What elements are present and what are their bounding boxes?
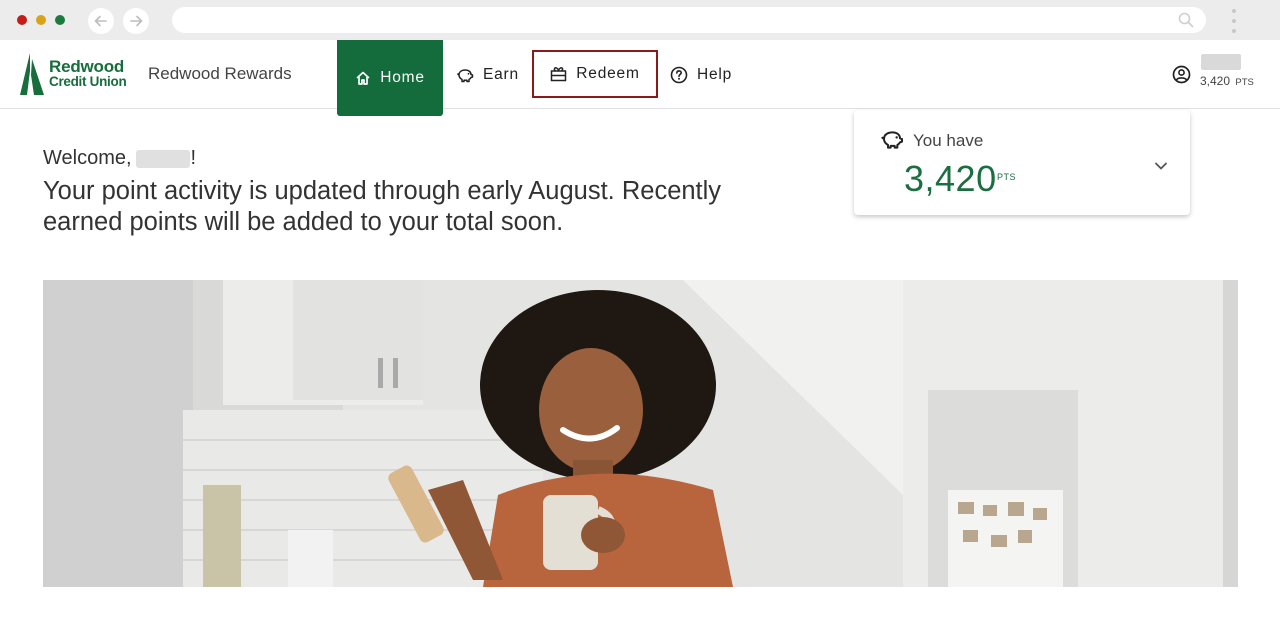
window-maximize-dot[interactable] xyxy=(55,15,65,25)
nav-earn[interactable]: Earn xyxy=(456,40,519,109)
arrow-right-icon xyxy=(130,15,143,27)
nav-redeem-label: Redeem xyxy=(576,65,640,82)
address-bar[interactable] xyxy=(172,7,1206,33)
search-icon[interactable] xyxy=(1178,12,1194,28)
browser-back-button[interactable] xyxy=(88,8,114,34)
arrow-left-icon xyxy=(94,15,107,27)
help-circle-icon xyxy=(670,66,688,84)
chevron-down-icon[interactable] xyxy=(1154,158,1168,176)
points-value: 3,420 xyxy=(904,158,997,199)
nav-home[interactable]: Home xyxy=(337,40,443,116)
account-points: 3,420 PTS xyxy=(1200,74,1254,88)
user-circle-icon[interactable] xyxy=(1172,65,1191,89)
points-summary-card[interactable]: You have 3,420 PTS xyxy=(854,110,1190,215)
kebab-menu-icon[interactable] xyxy=(1230,9,1238,33)
points-unit: PTS xyxy=(997,172,1017,182)
browser-forward-button[interactable] xyxy=(123,8,149,34)
brand-logo[interactable]: Redwood Credit Union xyxy=(18,53,133,97)
window-close-dot[interactable] xyxy=(17,15,27,25)
account-name-redacted xyxy=(1201,54,1241,70)
site-header: Redwood Credit Union Redwood Rewards Hom… xyxy=(0,40,1280,116)
logo-text-line2: Credit Union xyxy=(49,74,127,89)
nav-home-label: Home xyxy=(380,69,425,86)
activity-message: Your point activity is updated through e… xyxy=(43,177,722,236)
user-name-redacted xyxy=(135,149,190,168)
nav-earn-label: Earn xyxy=(483,65,519,83)
program-name: Redwood Rewards xyxy=(148,64,292,83)
piggy-bank-icon xyxy=(456,67,474,83)
browser-chrome xyxy=(0,0,1280,40)
tree-logo-icon xyxy=(20,53,44,95)
welcome-label: Welcome, xyxy=(43,147,132,169)
nav-help-label: Help xyxy=(697,65,733,83)
points-label: You have xyxy=(913,131,984,150)
welcome-suffix: ! xyxy=(190,147,197,169)
welcome-greeting: Welcome, ! xyxy=(43,147,196,170)
window-minimize-dot[interactable] xyxy=(36,15,46,25)
nav-help[interactable]: Help xyxy=(670,40,732,109)
piggy-bank-icon xyxy=(880,128,904,155)
nav-redeem[interactable]: Redeem xyxy=(532,50,658,98)
gift-icon xyxy=(550,66,567,82)
home-icon xyxy=(355,70,371,86)
hero-photo xyxy=(43,280,1238,587)
